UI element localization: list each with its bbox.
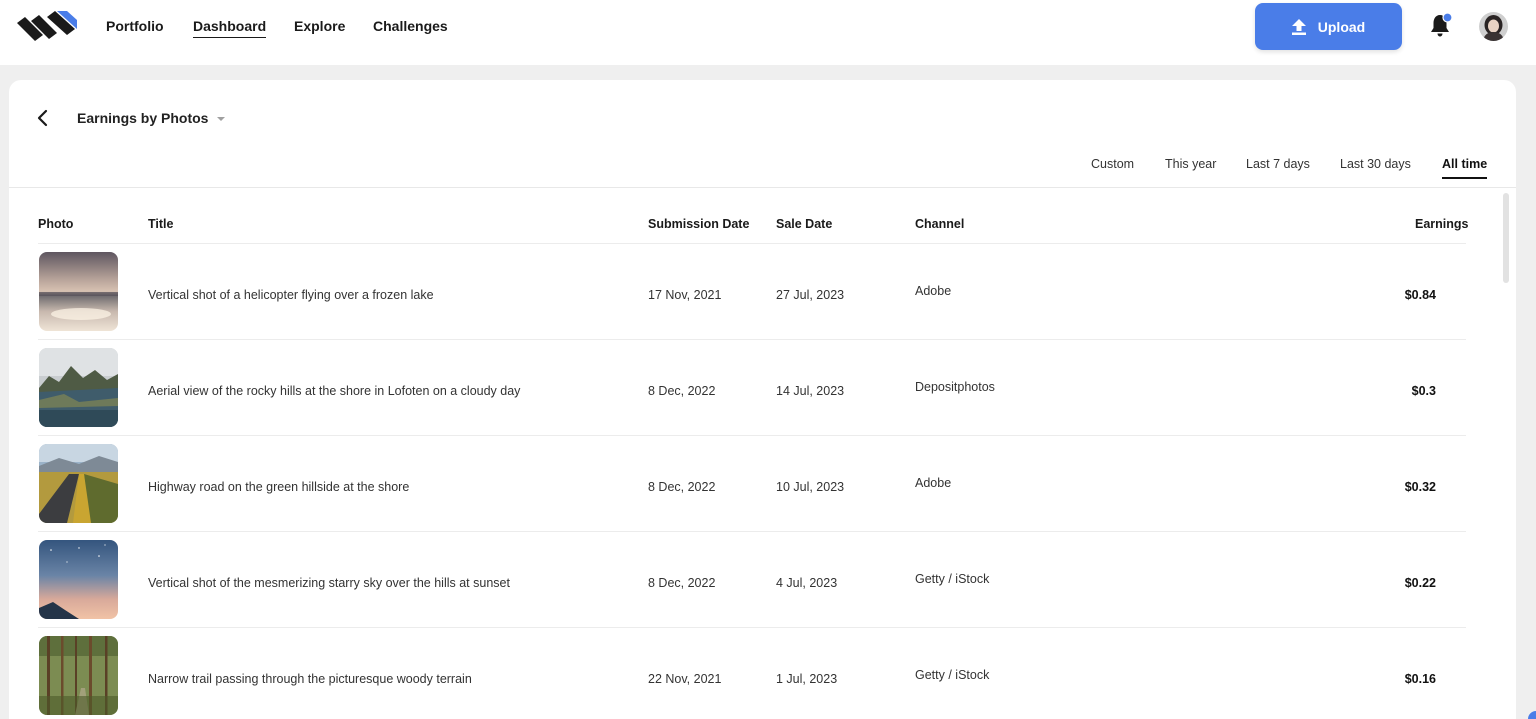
sale-date: 4 Jul, 2023 [776,576,838,590]
nav-challenges[interactable]: Challenges [373,18,448,37]
header-divider [9,187,1516,188]
brand-logo[interactable] [17,11,77,41]
nav-portfolio[interactable]: Portfolio [106,18,164,37]
sale-date: 10 Jul, 2023 [776,480,845,494]
upload-arrow-icon [1291,18,1306,35]
channel: Getty / iStock [915,572,990,586]
bell-icon[interactable] [1429,12,1453,38]
page-title: Earnings by Photos [77,110,209,126]
submission-date: 8 Dec, 2022 [648,576,716,590]
caret-down-icon [217,117,226,121]
photo-thumbnail-lofoten-hills[interactable] [39,348,118,427]
photo-title[interactable]: Narrow trail passing through the picture… [148,672,472,686]
table-row[interactable]: Highway road on the green hillside at th… [38,435,1466,531]
column-header-title[interactable]: Title [148,217,173,231]
submission-date: 17 Nov, 2021 [648,288,722,302]
table-row[interactable]: Aerial view of the rocky hills at the sh… [38,339,1466,435]
range-tab-custom[interactable]: Custom [1091,157,1134,177]
earnings: $0.16 [1404,672,1436,686]
submission-date: 22 Nov, 2021 [648,672,722,686]
submission-date: 8 Dec, 2022 [648,480,716,494]
sale-date: 27 Jul, 2023 [776,288,845,302]
range-tab-this-year[interactable]: This year [1165,157,1216,177]
column-header-earnings[interactable]: Earnings [1415,217,1469,231]
earnings-card: Earnings by Photos Custom This year Last… [9,80,1516,719]
column-header-channel[interactable]: Channel [915,217,964,231]
column-header-sale-date[interactable]: Sale Date [776,217,832,231]
chevron-left-icon[interactable] [35,108,51,128]
column-header-submission-date[interactable]: Submission Date [648,217,749,231]
chat-widget-button[interactable] [1528,711,1536,719]
table-row[interactable]: Narrow trail passing through the picture… [38,627,1466,719]
photo-title[interactable]: Highway road on the green hillside at th… [148,480,409,494]
upload-button[interactable]: Upload [1255,3,1402,50]
photo-thumbnail-starry-sky[interactable] [39,540,118,619]
earnings: $0.22 [1404,576,1436,590]
channel: Depositphotos [915,380,995,394]
submission-date: 8 Dec, 2022 [648,384,716,398]
channel: Adobe [915,476,952,490]
table-row[interactable]: Vertical shot of the mesmerizing starry … [38,531,1466,627]
sale-date: 14 Jul, 2023 [776,384,845,398]
photo-thumbnail-forest-trail[interactable] [39,636,118,715]
photo-title[interactable]: Aerial view of the rocky hills at the sh… [148,384,520,398]
earnings: $0.3 [1411,384,1436,398]
sale-date: 1 Jul, 2023 [776,672,838,686]
earnings: $0.32 [1404,480,1436,494]
photo-thumbnail-frozen-lake[interactable] [39,252,118,331]
nav-explore[interactable]: Explore [294,18,345,37]
photo-title[interactable]: Vertical shot of the mesmerizing starry … [148,576,510,590]
table-row[interactable]: Vertical shot of a helicopter flying ove… [38,243,1466,339]
photo-thumbnail-highway-road[interactable] [39,444,118,523]
column-header-photo: Photo [38,217,74,231]
range-tab-last-30-days[interactable]: Last 30 days [1340,157,1411,177]
channel: Adobe [915,284,952,298]
earnings: $0.84 [1404,288,1436,302]
upload-button-label: Upload [1317,18,1366,35]
avatar[interactable] [1479,12,1508,41]
top-navigation: Portfolio Dashboard Explore Challenges U… [0,0,1536,65]
photo-title[interactable]: Vertical shot of a helicopter flying ove… [148,288,434,302]
report-selector[interactable]: Earnings by Photos [77,110,226,126]
range-tab-all-time[interactable]: All time [1442,157,1488,179]
nav-dashboard[interactable]: Dashboard [193,18,267,38]
channel: Getty / iStock [915,668,990,682]
scrollbar[interactable] [1503,193,1509,283]
range-tab-last-7-days[interactable]: Last 7 days [1246,157,1310,177]
